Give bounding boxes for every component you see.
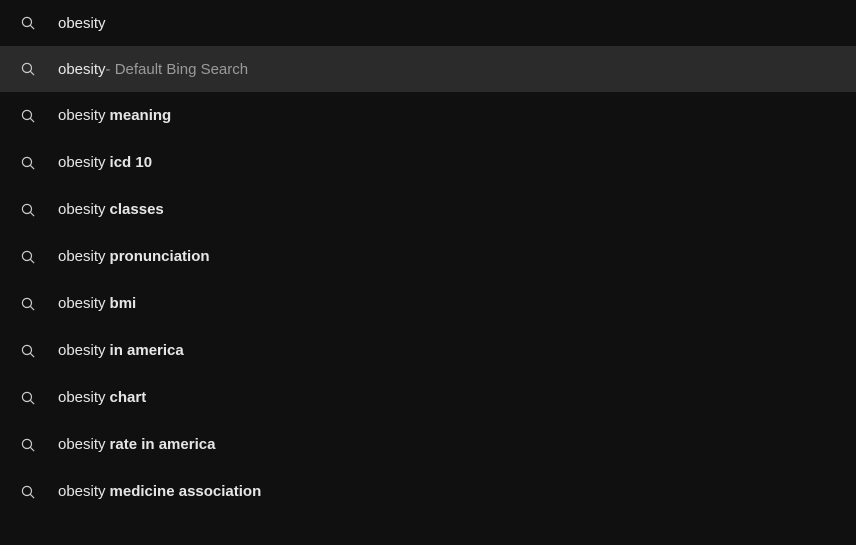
suggestion-label: obesity - Default Bing Search xyxy=(58,61,248,78)
suggestion-prefix: obesity xyxy=(58,342,106,359)
suggestion-completion: medicine association xyxy=(110,483,262,500)
search-icon xyxy=(20,108,36,124)
suggestions-list: obesity - Default Bing Search obesity me… xyxy=(0,46,856,515)
suggestion-description: - Default Bing Search xyxy=(106,61,249,78)
search-icon xyxy=(20,61,36,77)
search-icon xyxy=(20,390,36,406)
suggestion-prefix: obesity xyxy=(58,389,106,406)
search-icon xyxy=(20,484,36,500)
suggestion-prefix: obesity xyxy=(58,201,106,218)
suggestion-label: obesity meaning xyxy=(58,107,171,124)
suggestion-completion: classes xyxy=(110,201,164,218)
suggestion-item[interactable]: obesity pronunciation xyxy=(0,233,856,280)
suggestion-label: obesity bmi xyxy=(58,295,136,312)
suggestion-item[interactable]: obesity in america xyxy=(0,327,856,374)
suggestion-label: obesity in america xyxy=(58,342,184,359)
suggestion-item[interactable]: obesity chart xyxy=(0,374,856,421)
search-icon xyxy=(20,343,36,359)
search-icon xyxy=(20,296,36,312)
search-icon xyxy=(20,249,36,265)
suggestion-item[interactable]: obesity meaning xyxy=(0,92,856,139)
suggestion-item[interactable]: obesity rate in america xyxy=(0,421,856,468)
search-input[interactable] xyxy=(58,15,856,32)
suggestion-item-default[interactable]: obesity - Default Bing Search xyxy=(0,46,856,92)
suggestion-label: obesity rate in america xyxy=(58,436,215,453)
suggestion-completion: pronunciation xyxy=(110,248,210,265)
suggestion-completion: bmi xyxy=(110,295,137,312)
suggestion-label: obesity chart xyxy=(58,389,146,406)
suggestion-item[interactable]: obesity icd 10 xyxy=(0,139,856,186)
suggestion-label: obesity medicine association xyxy=(58,483,261,500)
suggestion-label: obesity classes xyxy=(58,201,164,218)
search-icon xyxy=(20,15,36,31)
address-bar-suggestions-panel: { "search": { "query": "obesity" }, "def… xyxy=(0,0,856,545)
suggestion-prefix: obesity xyxy=(58,436,106,453)
suggestion-item[interactable]: obesity medicine association xyxy=(0,468,856,515)
suggestion-item[interactable]: obesity bmi xyxy=(0,280,856,327)
suggestion-prefix: obesity xyxy=(58,154,106,171)
suggestion-label: obesity icd 10 xyxy=(58,154,152,171)
suggestion-prefix: obesity xyxy=(58,248,106,265)
suggestion-prefix: obesity xyxy=(58,483,106,500)
search-bar xyxy=(0,0,856,46)
search-icon xyxy=(20,437,36,453)
suggestion-prefix: obesity xyxy=(58,295,106,312)
suggestion-label: obesity pronunciation xyxy=(58,248,210,265)
suggestion-item[interactable]: obesity classes xyxy=(0,186,856,233)
suggestion-completion: chart xyxy=(110,389,147,406)
suggestion-completion: icd 10 xyxy=(110,154,153,171)
suggestion-completion: meaning xyxy=(110,107,172,124)
suggestion-completion: rate in america xyxy=(110,436,216,453)
search-icon xyxy=(20,202,36,218)
suggestion-prefix: obesity xyxy=(58,107,106,124)
suggestion-completion: in america xyxy=(110,342,184,359)
suggestion-text: obesity xyxy=(58,61,106,78)
search-icon xyxy=(20,155,36,171)
